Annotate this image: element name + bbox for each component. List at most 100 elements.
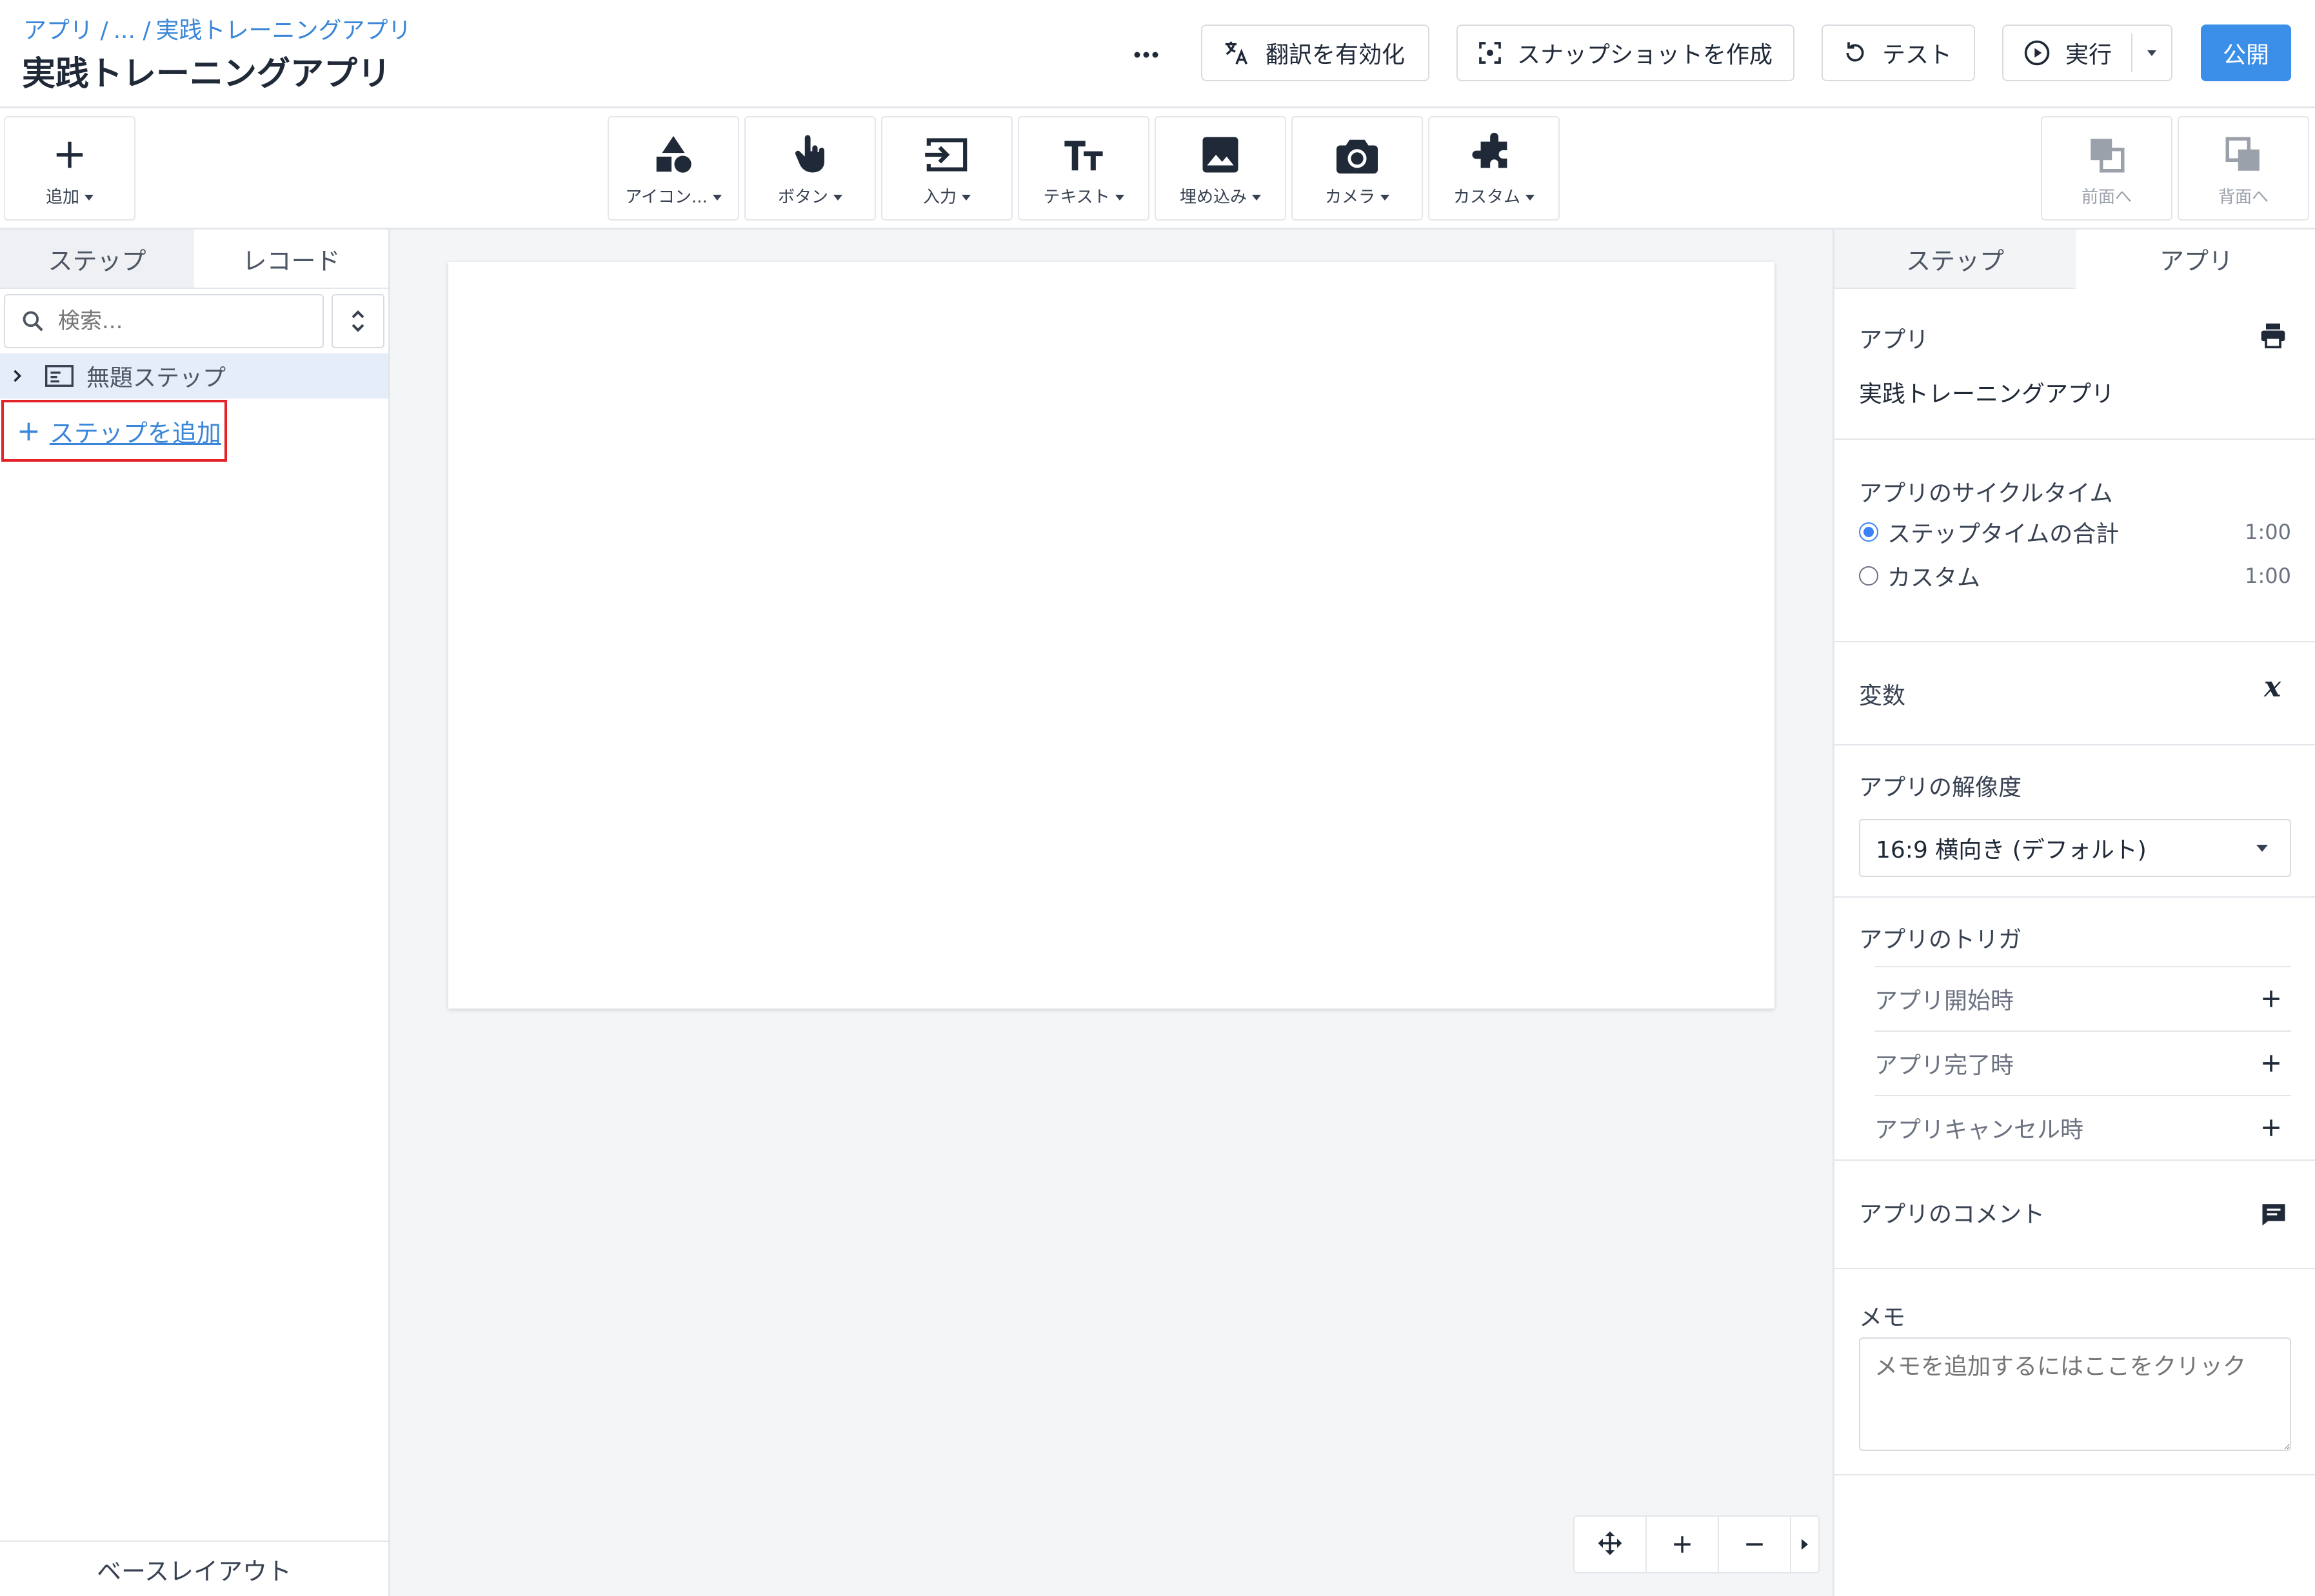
sort-icon bbox=[352, 310, 364, 332]
snapshot-icon bbox=[1477, 40, 1503, 66]
base-layout-button[interactable]: ベースレイアウト bbox=[0, 1541, 388, 1596]
cycle-option-custom[interactable]: カスタム 1:00 bbox=[1859, 560, 2291, 592]
enable-translation-label: 翻訳を有効化 bbox=[1266, 42, 1406, 68]
move-icon bbox=[1598, 1531, 1622, 1555]
radio-step-total[interactable] bbox=[1859, 522, 1878, 542]
variable-x-icon: x bbox=[2263, 673, 2281, 702]
search-icon bbox=[23, 311, 43, 331]
icon-tool-button[interactable]: アイコン... bbox=[608, 116, 739, 221]
create-snapshot-button[interactable]: スナップショットを作成 bbox=[1456, 25, 1794, 81]
toolbar: 追加 アイコン... ボタン 入力 テキスト 埋め込み カメラ カスタム 前面へ… bbox=[0, 108, 2315, 230]
camera-tool-button[interactable]: カメラ bbox=[1291, 116, 1423, 221]
search-input[interactable] bbox=[57, 308, 302, 335]
embed-tool-button[interactable]: 埋め込み bbox=[1155, 116, 1286, 221]
puzzle-icon bbox=[1472, 132, 1507, 168]
add-widget-label: 追加 bbox=[45, 188, 79, 207]
send-to-back-button[interactable]: 背面へ bbox=[2178, 116, 2309, 221]
bring-front-icon bbox=[2091, 139, 2125, 173]
radio-step-total-label: ステップタイムの合計 bbox=[1887, 521, 2120, 547]
trigger-app-start: アプリ開始時 bbox=[1874, 966, 2291, 1030]
step-list-item[interactable]: 無題ステップ bbox=[0, 353, 388, 399]
button-tool-label: ボタン bbox=[777, 188, 828, 207]
chevron-right-icon[interactable] bbox=[8, 367, 26, 385]
step-total-time: 1:00 bbox=[2245, 520, 2291, 544]
tab-steps[interactable]: ステップ bbox=[0, 230, 194, 289]
sort-button[interactable] bbox=[332, 294, 384, 348]
button-tool-button[interactable]: ボタン bbox=[744, 116, 876, 221]
canvas-area[interactable] bbox=[390, 230, 1833, 1596]
svg-text:x: x bbox=[2263, 673, 2281, 702]
breadcrumb-apps[interactable]: アプリ / bbox=[23, 17, 108, 44]
create-snapshot-label: スナップショットを作成 bbox=[1517, 42, 1773, 68]
add-step-label: ステップを追加 bbox=[49, 419, 221, 448]
comments-button[interactable] bbox=[2260, 1201, 2287, 1228]
more-options-button[interactable] bbox=[1118, 32, 1174, 77]
left-panel: ステップ レコード 無題ステップ + ステップを追加 ベースレイアウト bbox=[0, 230, 390, 1596]
step-item-label: 無題ステップ bbox=[86, 365, 226, 391]
tab-records[interactable]: レコード bbox=[194, 230, 388, 289]
bring-to-front-button[interactable]: 前面へ bbox=[2041, 116, 2172, 221]
send-back-icon bbox=[2225, 137, 2260, 171]
resolution-value: 16:9 横向き (デフォルト) bbox=[1876, 837, 2147, 863]
publish-button[interactable]: 公開 bbox=[2201, 25, 2291, 81]
app-section: アプリ 実践トレーニングアプリ bbox=[1834, 290, 2315, 440]
breadcrumb-ellipsis[interactable]: ... / bbox=[114, 17, 151, 44]
variables-title: 変数 bbox=[1859, 683, 1906, 709]
text-tool-button[interactable]: テキスト bbox=[1018, 116, 1149, 221]
add-trigger-cancel-icon[interactable] bbox=[2260, 1117, 2282, 1139]
variables-button[interactable]: x bbox=[2261, 673, 2287, 702]
memo-input[interactable] bbox=[1859, 1337, 2291, 1451]
comments-title: アプリのコメント bbox=[1859, 1201, 2045, 1228]
send-to-back-label: 背面へ bbox=[2218, 188, 2269, 207]
run-button[interactable]: 実行 bbox=[2002, 25, 2172, 81]
triggers-section: アプリのトリガ アプリ開始時 アプリ完了時 アプリキャンセル時 bbox=[1834, 898, 2315, 1161]
cycle-time-section: アプリのサイクルタイム ステップタイムの合計 1:00 カスタム 1:00 bbox=[1834, 440, 2315, 642]
canvas-board[interactable] bbox=[448, 262, 1774, 1009]
run-dropdown[interactable] bbox=[2131, 34, 2171, 72]
trigger-app-complete: アプリ完了時 bbox=[1874, 1030, 2291, 1095]
add-step-link[interactable]: + ステップを追加 bbox=[1, 400, 227, 462]
enable-translation-button[interactable]: 翻訳を有効化 bbox=[1201, 25, 1429, 81]
custom-time: 1:00 bbox=[2245, 564, 2291, 588]
custom-tool-button[interactable]: カスタム bbox=[1428, 116, 1560, 221]
trigger-app-start-label: アプリ開始時 bbox=[1874, 988, 2014, 1014]
radio-custom[interactable] bbox=[1859, 566, 1878, 586]
caret-right-icon bbox=[1802, 1539, 1808, 1550]
expand-zoom-button[interactable] bbox=[1791, 1517, 1818, 1572]
resolution-select[interactable]: 16:9 横向き (デフォルト) bbox=[1859, 819, 2291, 877]
app-name: 実践トレーニングアプリ bbox=[1859, 381, 2115, 408]
left-tabs: ステップ レコード bbox=[0, 230, 388, 289]
test-button[interactable]: テスト bbox=[1822, 25, 1975, 81]
translate-icon bbox=[1222, 38, 1251, 68]
chevron-down-icon bbox=[2256, 844, 2268, 852]
bring-to-front-label: 前面へ bbox=[2081, 188, 2132, 207]
pan-button[interactable] bbox=[1575, 1517, 1647, 1572]
print-button[interactable] bbox=[2259, 321, 2287, 350]
add-widget-button[interactable]: 追加 bbox=[4, 116, 135, 221]
chevron-down-icon bbox=[2147, 50, 2156, 56]
zoom-out-button[interactable] bbox=[1719, 1517, 1791, 1572]
tab-app-properties[interactable]: アプリ bbox=[2076, 230, 2315, 289]
tab-step-properties[interactable]: ステップ bbox=[1834, 230, 2076, 289]
add-trigger-start-icon[interactable] bbox=[2260, 988, 2282, 1010]
text-tool-label: テキスト bbox=[1043, 188, 1110, 207]
variables-section: 変数 x bbox=[1834, 642, 2315, 745]
comments-section: アプリのコメント bbox=[1834, 1161, 2315, 1269]
zoom-in-button[interactable] bbox=[1647, 1517, 1719, 1572]
cycle-option-step-total[interactable]: ステップタイムの合計 1:00 bbox=[1859, 516, 2291, 548]
comment-icon bbox=[2262, 1204, 2285, 1226]
add-trigger-complete-icon[interactable] bbox=[2260, 1052, 2282, 1074]
play-circle-icon bbox=[2023, 39, 2051, 67]
input-tool-button[interactable]: 入力 bbox=[881, 116, 1013, 221]
breadcrumb-current[interactable]: 実践トレーニングアプリ bbox=[155, 17, 411, 44]
page-title: 実践トレーニングアプリ bbox=[22, 55, 392, 94]
minus-icon bbox=[1746, 1543, 1763, 1546]
trigger-app-cancel: アプリキャンセル時 bbox=[1874, 1095, 2291, 1159]
camera-tool-label: カメラ bbox=[1324, 188, 1375, 207]
radio-custom-label: カスタム bbox=[1887, 565, 1981, 591]
plus-icon bbox=[1674, 1536, 1691, 1553]
right-tabs: ステップ アプリ bbox=[1834, 230, 2315, 289]
memo-section: メモ bbox=[1834, 1269, 2315, 1475]
breadcrumb: アプリ /... / 実践トレーニングアプリ bbox=[23, 12, 417, 45]
plus-icon bbox=[56, 141, 83, 168]
